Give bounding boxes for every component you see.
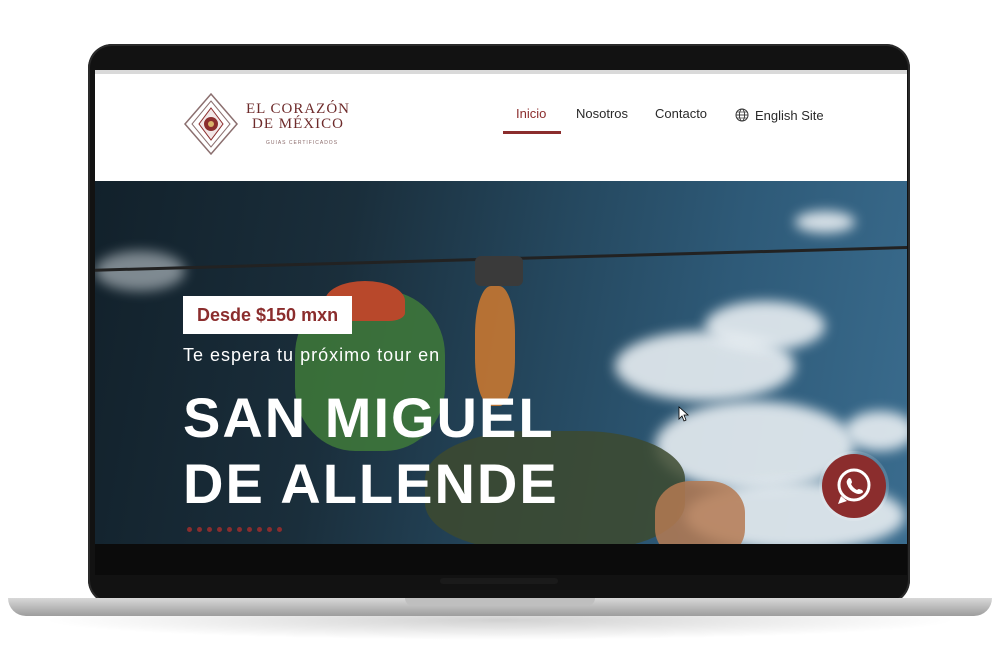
hero-title-line-2: DE ALLENDE (183, 452, 559, 515)
logo-line-1: EL CORAZÓN (245, 101, 351, 117)
whatsapp-icon (837, 468, 871, 504)
slider-dot[interactable] (197, 527, 202, 532)
browser-screen: EL CORAZÓN DE MÉXICO GUIAS CERTIFICADOS … (95, 70, 907, 575)
screen-bottom-band (95, 544, 907, 575)
slider-dot[interactable] (237, 527, 242, 532)
price-badge: Desde $150 mxn (183, 296, 353, 334)
slider-dot[interactable] (187, 527, 192, 532)
nav-contacto[interactable]: Contacto (655, 106, 707, 121)
logo-tagline: GUIAS CERTIFICADOS (265, 140, 339, 146)
mouse-cursor-icon (678, 406, 690, 422)
hero-title: SAN MIGUEL DE ALLENDE (183, 385, 559, 517)
nav-nosotros[interactable]: Nosotros (576, 106, 628, 121)
hero-banner: Desde $150 mxn Te espera tu próximo tour… (95, 181, 907, 544)
logo-text: EL CORAZÓN DE MÉXICO (243, 102, 353, 132)
laptop-notch (405, 598, 595, 606)
slider-dot[interactable] (227, 527, 232, 532)
laptop-hinge (440, 578, 558, 584)
zipline-trolley (475, 256, 523, 286)
hero-subtitle: Te espera tu próximo tour en (183, 345, 441, 365)
nav-inicio[interactable]: Inicio (516, 106, 546, 121)
globe-icon (735, 108, 749, 122)
hero-cloud (705, 301, 825, 351)
zipliner-knee (655, 481, 745, 544)
hero-cloud (795, 211, 855, 233)
hero-cloud (845, 411, 907, 451)
slider-dot[interactable] (267, 527, 272, 532)
slider-dot[interactable] (257, 527, 262, 532)
site-header: EL CORAZÓN DE MÉXICO GUIAS CERTIFICADOS … (95, 74, 907, 181)
slider-dot[interactable] (247, 527, 252, 532)
logo-line-2: DE MÉXICO (252, 116, 344, 132)
english-site-link[interactable]: English Site (755, 108, 824, 123)
logo-emblem-icon (184, 92, 238, 156)
hero-title-line-1: SAN MIGUEL (183, 386, 555, 449)
slider-dot[interactable] (277, 527, 282, 532)
slider-dot[interactable] (207, 527, 212, 532)
nav-active-underline (503, 131, 561, 134)
whatsapp-button[interactable] (822, 454, 886, 518)
slider-dot[interactable] (217, 527, 222, 532)
slider-dots[interactable] (187, 527, 282, 532)
site-logo[interactable]: EL CORAZÓN DE MÉXICO GUIAS CERTIFICADOS (183, 92, 353, 162)
